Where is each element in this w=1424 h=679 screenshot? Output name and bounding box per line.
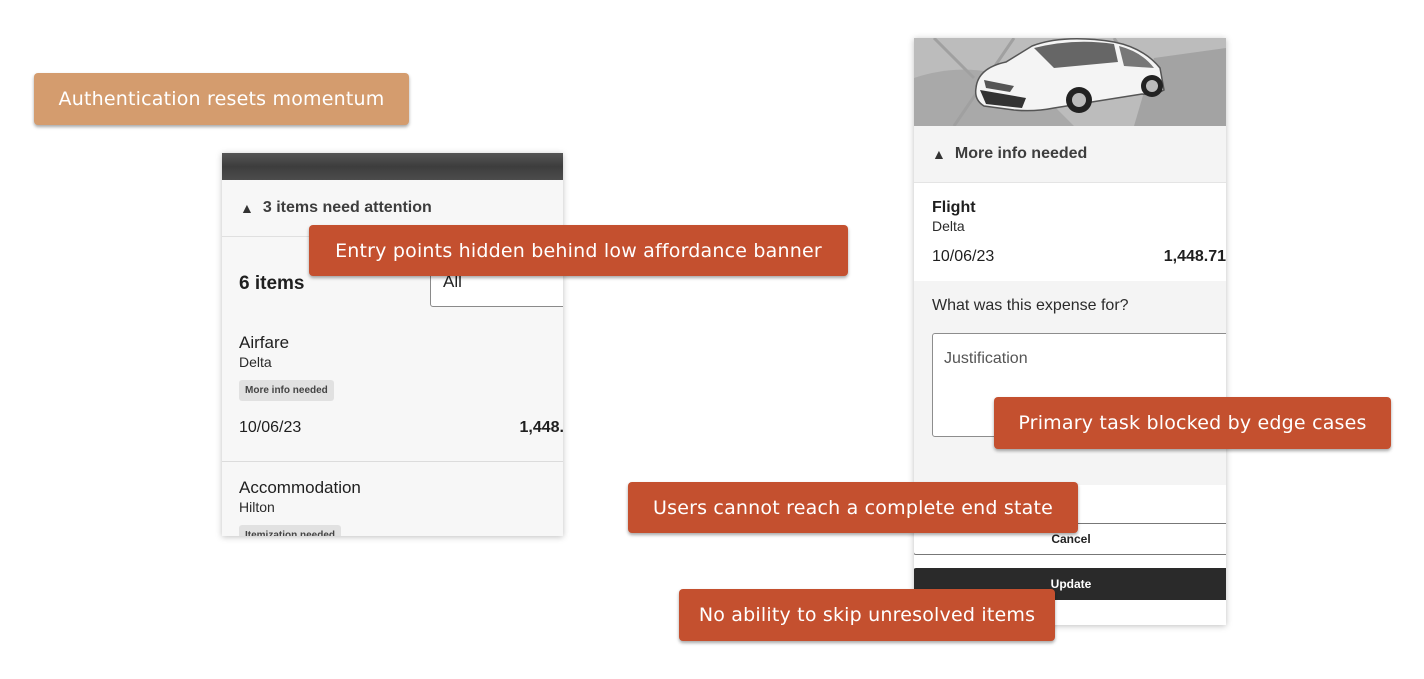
attention-text: 3 items need attention: [262, 199, 432, 216]
list-item[interactable]: Accommodation Hilton Itemization needed: [222, 462, 563, 536]
flight-date: 10/06/23: [932, 248, 995, 265]
callout-skip-items: No ability to skip unresolved items: [679, 589, 1055, 641]
item-vendor: Delta: [239, 354, 272, 370]
flight-summary: Flight Delta 10/06/23 1,448.71: [914, 183, 1226, 281]
item-amount: 1,448.: [519, 419, 563, 436]
item-title: Airfare: [239, 333, 290, 352]
flight-vendor: Delta: [932, 218, 965, 234]
callout-primary-task: Primary task blocked by edge cases: [994, 397, 1391, 449]
item-title: Accommodation: [239, 478, 361, 497]
header-texture: [222, 153, 563, 180]
justification-section: What was this expense for? Justification: [914, 281, 1226, 485]
callout-entry-points: Entry points hidden behind low affordanc…: [309, 225, 848, 276]
list-item[interactable]: Airfare Delta More info needed 10/06/23 …: [222, 333, 563, 462]
status-badge: More info needed: [239, 380, 334, 401]
item-vendor: Hilton: [239, 499, 275, 515]
question-label: What was this expense for?: [932, 297, 1129, 314]
item-count-title: 6 items: [239, 273, 305, 294]
flight-title: Flight: [932, 199, 976, 216]
warning-triangle-icon: ▲: [240, 200, 254, 216]
expense-detail-panel: ▲ More info needed Flight Delta 10/06/23…: [914, 38, 1226, 625]
expense-list-panel: ▲ 3 items need attention 6 items All Air…: [222, 153, 563, 536]
callout-authentication: Authentication resets momentum: [34, 73, 409, 125]
flight-amount: 1,448.71: [1163, 248, 1226, 265]
status-text: More info needed: [954, 145, 1088, 162]
callout-end-state: Users cannot reach a complete end state: [628, 482, 1078, 533]
status-banner: ▲ More info needed: [914, 126, 1226, 183]
warning-triangle-icon: ▲: [932, 146, 946, 162]
item-date: 10/06/23: [239, 419, 302, 436]
car-illustration: [914, 38, 1226, 126]
status-badge: Itemization needed: [239, 525, 342, 536]
